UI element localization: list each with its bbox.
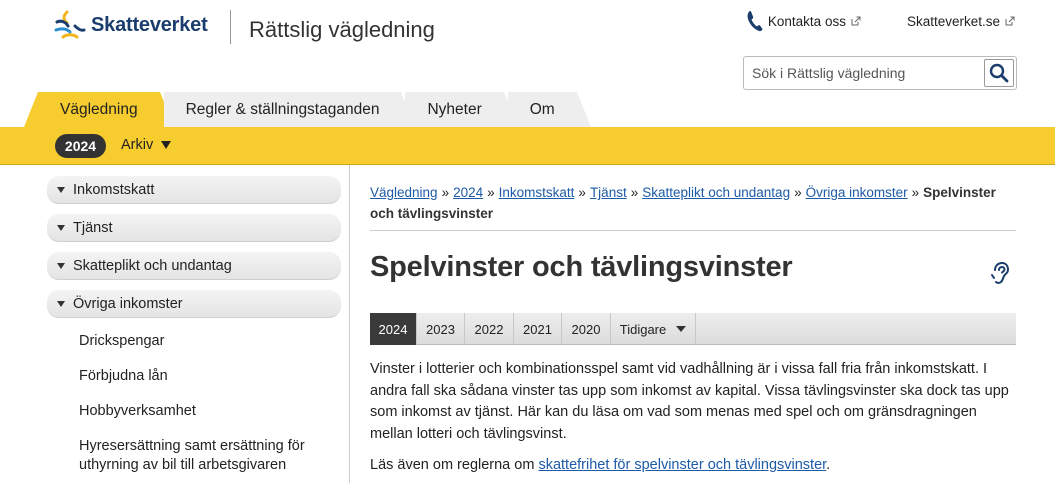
year-tab-2020[interactable]: 2020	[562, 313, 611, 345]
tab-nyheter[interactable]: Nyheter	[405, 92, 519, 127]
caret-down-icon	[57, 186, 65, 193]
logo-text: Skatteverket	[91, 13, 208, 36]
caret-down-icon	[57, 300, 65, 307]
external-link-icon	[851, 16, 861, 26]
see-also-paragraph: Läs även om reglerna om skattefrihet för…	[370, 455, 1020, 477]
breadcrumb-link[interactable]: Tjänst	[590, 185, 627, 200]
sidebar-item-label: Skatteplikt och undantag	[73, 257, 232, 274]
article-body: Vinster i lotterier och kombinationsspel…	[370, 359, 1020, 477]
sidebar-nav: Inkomstskatt Tjänst Skatteplikt och unda…	[47, 176, 341, 475]
breadcrumb-link[interactable]: Vägledning	[370, 185, 438, 200]
breadcrumb-link[interactable]: Skatteplikt och undantag	[642, 185, 790, 200]
phone-icon	[747, 10, 763, 32]
breadcrumb-link[interactable]: 2024	[453, 185, 483, 200]
sidebar-subitem-forbjudna-lan[interactable]: Förbjudna lån	[79, 367, 341, 386]
year-tabs: 2024 2023 2022 2021 2020 Tidigare	[370, 313, 1016, 345]
listen-icon[interactable]	[990, 261, 1010, 285]
breadcrumb-separator: »	[487, 185, 495, 200]
subnav-bar: 2024 Arkiv	[0, 127, 1055, 165]
main-tabs: Vägledning Regler & ställningstaganden N…	[24, 92, 591, 127]
sidebar-item-ovriga-inkomster[interactable]: Övriga inkomster	[47, 290, 341, 318]
tab-vagledning[interactable]: Vägledning	[24, 92, 174, 127]
caret-down-icon	[57, 262, 65, 269]
year-tab-tidigare-label: Tidigare	[619, 321, 667, 337]
breadcrumb-link[interactable]: Inkomstskatt	[499, 185, 575, 200]
caret-down-icon	[161, 141, 172, 149]
site-title[interactable]: Rättslig vägledning	[249, 17, 435, 43]
top-links: Kontakta oss Skatteverket.se	[746, 10, 1015, 32]
breadcrumb-link[interactable]: Övriga inkomster	[806, 185, 908, 200]
search-icon	[989, 63, 1009, 83]
sidebar-subitem-drickspengar[interactable]: Drickspengar	[79, 332, 341, 351]
sidebar-item-label: Övriga inkomster	[73, 295, 183, 312]
year-tab-2023[interactable]: 2023	[417, 313, 465, 345]
sidebar-sub-list: Drickspengar Förbjudna lån Hobbyverksamh…	[47, 328, 341, 475]
breadcrumb-separator: »	[794, 185, 802, 200]
archive-dropdown[interactable]: Arkiv	[121, 137, 172, 153]
content-divider	[349, 165, 350, 483]
sidebar-subitem-hyresersattning[interactable]: Hyresersättning samt ersättning för uthy…	[79, 437, 341, 475]
tab-om[interactable]: Om	[507, 92, 591, 127]
intro-paragraph: Vinster i lotterier och kombinationsspel…	[370, 361, 1009, 442]
breadcrumb-divider	[370, 230, 1016, 231]
skatteverket-logo-icon	[54, 10, 86, 39]
site-logo[interactable]: Skatteverket	[53, 10, 208, 40]
sidebar-item-label: Inkomstskatt	[73, 181, 155, 198]
search-box	[743, 56, 1017, 90]
see-also-prefix: Läs även om reglerna om	[370, 457, 539, 473]
search-button[interactable]	[984, 59, 1014, 87]
page-title: Spelvinster och tävlingsvinster	[370, 251, 793, 283]
header-divider	[230, 10, 231, 44]
year-selector[interactable]: 2024	[55, 134, 106, 158]
site-header: Skatteverket Rättslig vägledning Kontakt…	[0, 0, 1055, 127]
external-link-icon	[1005, 16, 1015, 26]
sidebar-item-label: Tjänst	[73, 219, 113, 236]
breadcrumb-separator: »	[441, 185, 450, 200]
breadcrumb: Vägledning» 2024» Inkomstskatt» Tjänst» Skat…	[370, 182, 1020, 224]
archive-label: Arkiv	[121, 137, 154, 153]
tab-regler[interactable]: Regler & ställningstaganden	[163, 92, 416, 127]
sidebar-item-tjanst[interactable]: Tjänst	[47, 214, 341, 242]
contact-link[interactable]: Kontakta oss	[746, 10, 861, 32]
contact-link-label: Kontakta oss	[767, 13, 846, 29]
sidebar-subitem-hobbyverksamhet[interactable]: Hobbyverksamhet	[79, 402, 341, 421]
year-tab-2024[interactable]: 2024	[370, 313, 417, 345]
caret-down-icon	[676, 326, 687, 332]
breadcrumb-separator: »	[578, 185, 586, 200]
caret-down-icon	[57, 224, 65, 231]
see-also-link[interactable]: skattefrihet för spelvinster och tävling…	[538, 457, 826, 473]
sidebar-item-skatteplikt[interactable]: Skatteplikt och undantag	[47, 252, 341, 280]
year-tab-2021[interactable]: 2021	[514, 313, 562, 345]
breadcrumb-separator: »	[630, 185, 639, 200]
sidebar-item-inkomstskatt[interactable]: Inkomstskatt	[47, 176, 341, 204]
breadcrumb-separator: »	[911, 185, 920, 200]
year-tab-tidigare[interactable]: Tidigare	[611, 313, 696, 345]
search-input[interactable]	[744, 57, 984, 89]
skatteverket-se-label: Skatteverket.se	[906, 13, 1000, 29]
see-also-suffix: .	[826, 457, 831, 473]
skatteverket-se-link[interactable]: Skatteverket.se	[907, 14, 1015, 29]
year-tab-2022[interactable]: 2022	[465, 313, 514, 345]
